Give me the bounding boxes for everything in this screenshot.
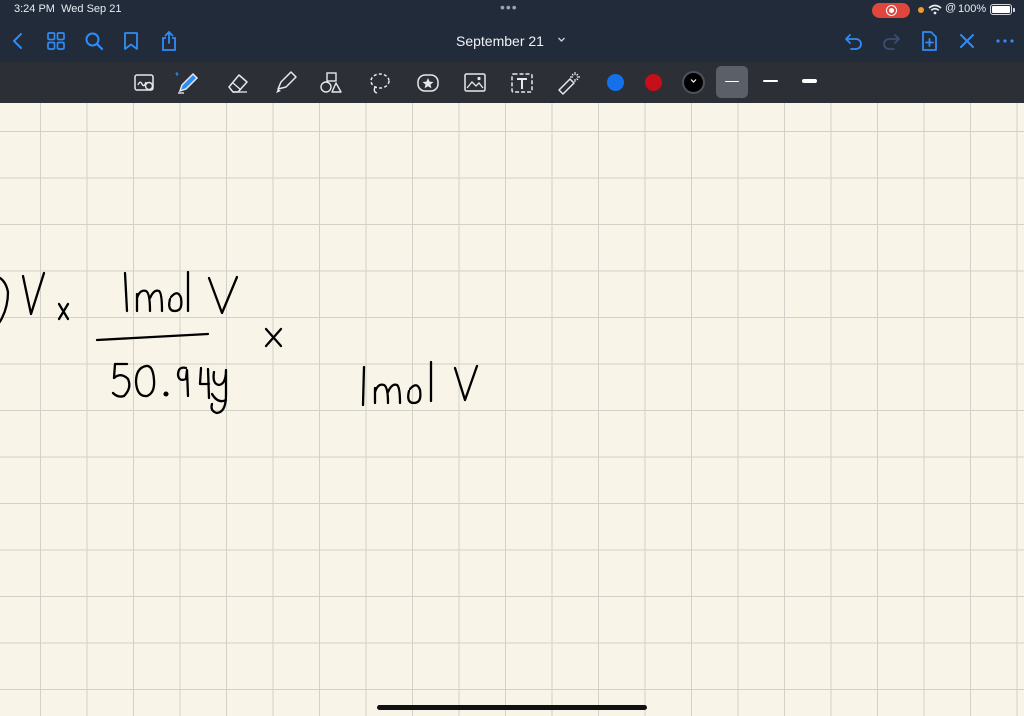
handwritten-ink [0,270,479,415]
home-indicator[interactable] [377,705,647,710]
